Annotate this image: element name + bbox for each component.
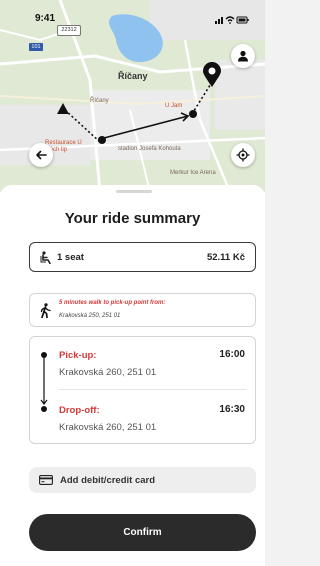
add-card-button[interactable]: Add debit/credit card (29, 467, 256, 493)
seat-count-label: 1 seat (57, 252, 84, 263)
map-view[interactable]: 9:41 22312 101 Říčany Říčany U Jam Resta… (0, 0, 265, 192)
map-label-stadion: stadion Josefa Kohouta (118, 146, 181, 152)
dropoff-time: 16:30 (219, 404, 245, 415)
confirm-label: Confirm (123, 527, 162, 538)
profile-button[interactable] (231, 44, 255, 68)
locate-icon (236, 148, 250, 162)
destination-pin-icon (203, 62, 221, 87)
road-number-badge: 101 (29, 43, 43, 51)
wifi-icon (225, 16, 235, 24)
map-label-ricany: Říčany (90, 98, 109, 104)
sheet-grabber[interactable] (116, 190, 152, 193)
seat-selector[interactable]: 1 seat 52.11 Kč (29, 242, 256, 272)
back-button[interactable] (29, 143, 53, 167)
ride-summary-sheet: Your ride summary 1 seat 52.11 Kč 5 minu… (0, 185, 265, 566)
route-divider (59, 389, 247, 390)
town-label: Říčany (118, 71, 148, 81)
dropoff-label: Drop-off: (59, 405, 100, 416)
route-timeline-icon (40, 352, 48, 412)
walking-icon (40, 303, 51, 318)
start-marker-icon (57, 103, 69, 114)
ride-price: 52.11 Kč (206, 252, 245, 263)
seat-icon (40, 251, 51, 264)
ride-summary-screen: 9:41 22312 101 Říčany Říčany U Jam Resta… (0, 0, 265, 566)
status-icons (215, 12, 249, 30)
walk-notice: 5 minutes walk to pick-up point from: Kr… (29, 293, 256, 327)
signal-icon (215, 17, 223, 24)
pickup-time: 16:00 (219, 349, 245, 360)
status-time: 9:41 (35, 13, 56, 24)
dropoff-address: Krakovská 260, 251 01 (59, 422, 157, 433)
walk-start-address: Krakovská 250, 251 01 (59, 313, 121, 319)
pickup-address: Krakovská 260, 251 01 (59, 367, 157, 378)
map-label-merkur: Merkur Ice Arena (170, 170, 216, 176)
card-icon (39, 475, 53, 485)
add-card-label: Add debit/credit card (60, 475, 156, 486)
confirm-button[interactable]: Confirm (29, 514, 256, 551)
map-label-u-jam: U Jam (165, 103, 183, 109)
pickup-label: Pick-up: (59, 350, 97, 361)
route-details: Pick-up: 16:00 Krakovská 260, 251 01 Dro… (29, 336, 256, 444)
battery-icon (236, 16, 249, 24)
locate-me-button[interactable] (231, 143, 255, 167)
walk-notice-title: 5 minutes walk to pick-up point from: (59, 300, 166, 306)
status-bar: 9:41 22312 (0, 0, 265, 40)
license-plate: 22312 (57, 25, 81, 36)
profile-icon (238, 50, 248, 62)
back-icon (36, 150, 47, 160)
page-title: Your ride summary (64, 210, 201, 227)
